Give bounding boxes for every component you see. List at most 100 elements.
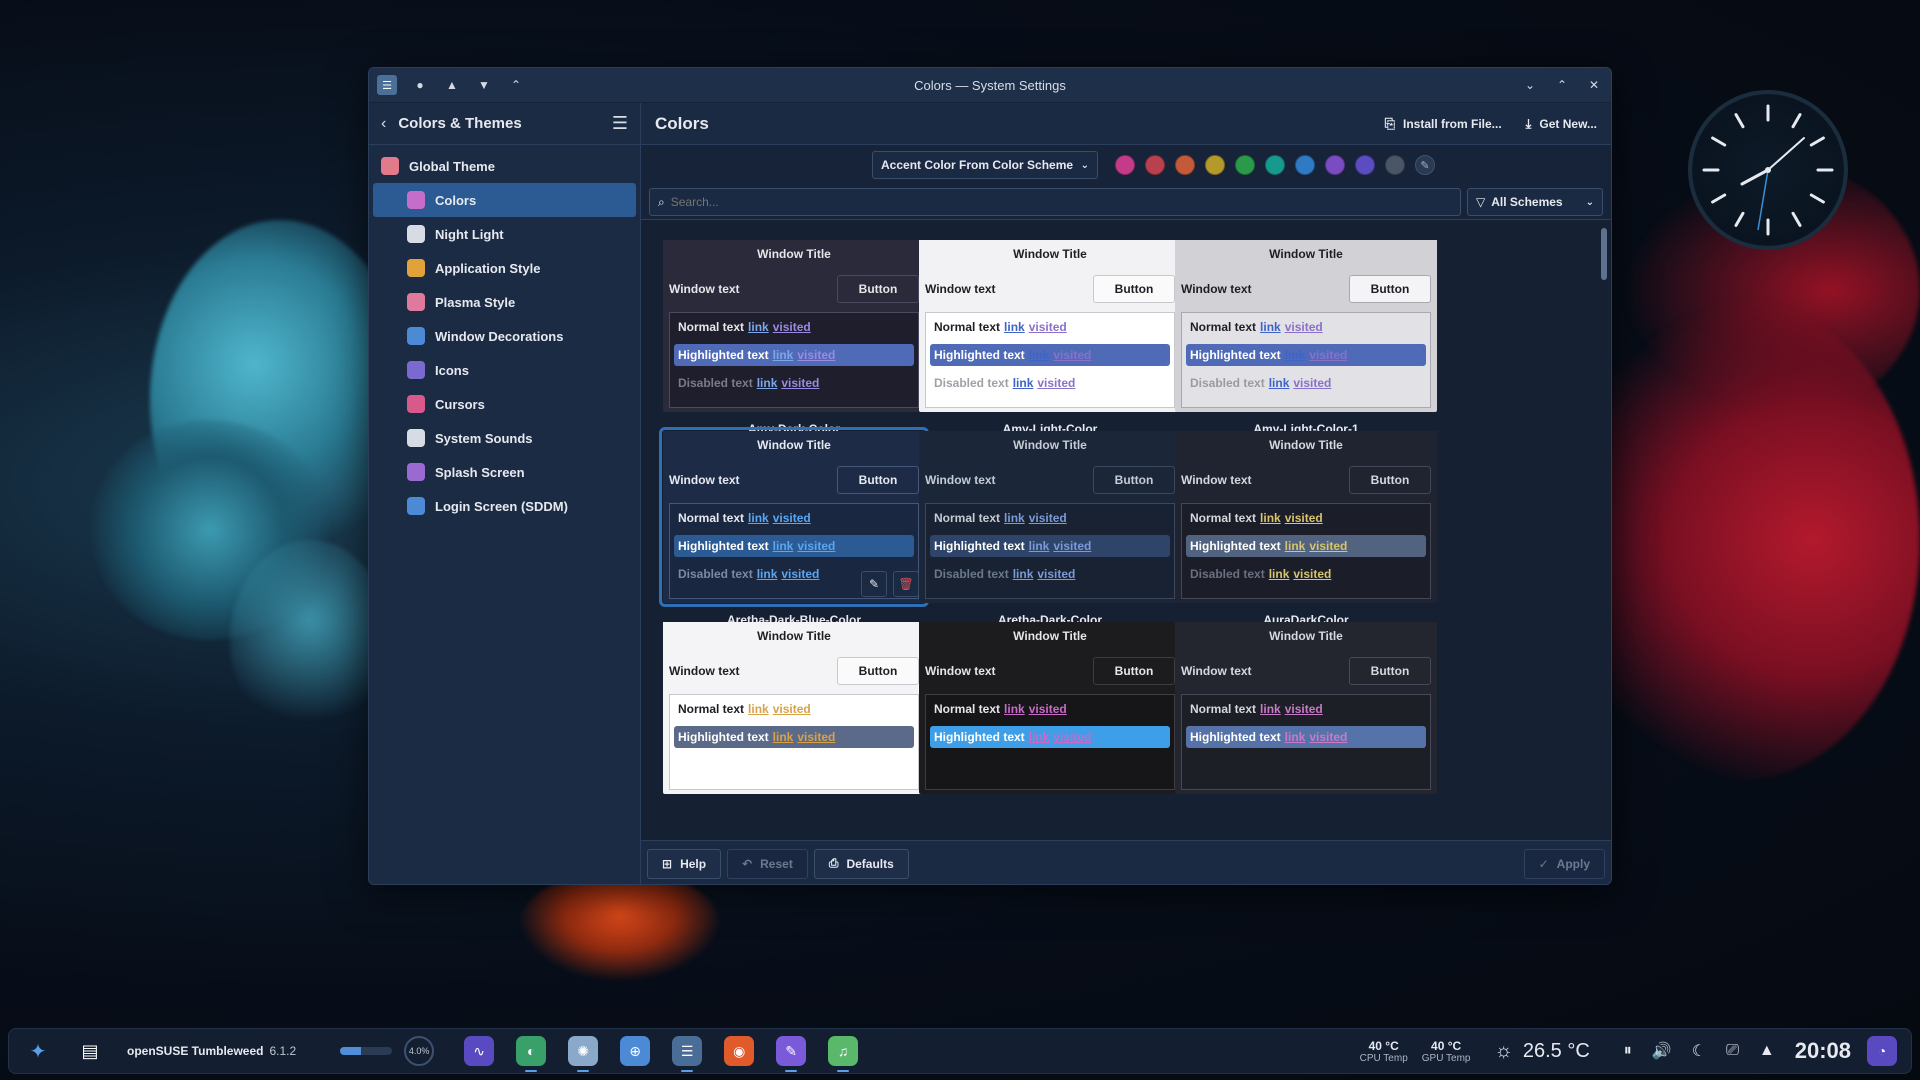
preview-link: link	[772, 348, 794, 362]
get-new-button[interactable]: ⤓ Get New...	[1526, 116, 1597, 132]
preview-view: Normal text link visited Highlighted text li…	[669, 694, 919, 790]
accent-color-swatch[interactable]	[1175, 155, 1195, 175]
accent-color-swatch[interactable]	[1355, 155, 1375, 175]
minimize-icon[interactable]: ⌄	[1521, 76, 1539, 94]
color-scheme-card[interactable]: Window Title Window text Button Normal text…	[1175, 431, 1437, 603]
network-icon[interactable]: ⎚	[1726, 1042, 1739, 1060]
night-light-tray-icon[interactable]: ☾	[1692, 1041, 1706, 1061]
volume-icon[interactable]: 🔊	[1652, 1041, 1672, 1061]
accent-color-swatch[interactable]	[1115, 155, 1135, 175]
sidebar-item-colors[interactable]: Colors	[373, 183, 636, 217]
cpu-temp-widget[interactable]: 40 °C CPU Temp	[1360, 1039, 1408, 1064]
color-picker-icon[interactable]: ✎	[1415, 155, 1435, 175]
media-pause-icon[interactable]: ⏸	[1624, 1042, 1632, 1060]
color-scheme-card[interactable]: Window Title Window text Button Normal text…	[1175, 240, 1437, 412]
sidebar-item-window-decorations[interactable]: Window Decorations	[373, 319, 636, 353]
search-field[interactable]: ⌕	[649, 188, 1461, 216]
scrollbar-handle[interactable]	[1601, 228, 1607, 280]
firefox-icon[interactable]: ◉	[724, 1036, 755, 1066]
chevron-down-icon[interactable]: ▼	[475, 76, 493, 94]
window-titlebar[interactable]: ☰ ● ▲ ▼ ⌃ Colors — System Settings ⌄ ⌃ ✕	[369, 68, 1611, 103]
hamburger-menu-icon[interactable]: ☰	[612, 113, 628, 134]
reset-button[interactable]: ↶ Reset	[727, 848, 808, 879]
user-switcher-icon[interactable]: ◔	[1867, 1036, 1897, 1066]
search-input[interactable]	[670, 195, 1452, 209]
accent-color-swatch[interactable]	[1265, 155, 1285, 175]
preview-link: link	[772, 539, 794, 553]
color-scheme-card[interactable]: Window Title Window text Button Normal text…	[663, 622, 925, 794]
preview-highlighted-text: Highlighted text	[934, 348, 1025, 362]
system-monitor-icon[interactable]: ∿	[464, 1036, 495, 1066]
show-desktop-icon[interactable]: ▤	[75, 1036, 105, 1066]
preview-link: link	[1284, 539, 1306, 553]
chevron-up-icon[interactable]: ▲	[443, 76, 461, 94]
preview-window-row: Window text Button	[1175, 268, 1437, 310]
accent-color-swatch[interactable]	[1295, 155, 1315, 175]
accent-color-dropdown[interactable]: Accent Color From Color Scheme ⌄	[872, 151, 1098, 179]
color-scheme-card[interactable]: Window Title Window text Button Normal text…	[919, 240, 1181, 412]
apply-button[interactable]: ✓ Apply	[1523, 848, 1605, 879]
color-scheme-card[interactable]: Window Title Window text Button Normal text…	[663, 240, 925, 412]
preview-window-title: Window Title	[663, 240, 925, 268]
accent-color-swatch[interactable]	[1325, 155, 1345, 175]
maximize-icon[interactable]: ⌃	[1553, 76, 1571, 94]
kernel-version: 6.1.2	[269, 1044, 297, 1058]
sidebar-item-icons[interactable]: Icons	[373, 353, 636, 387]
edit-scheme-button[interactable]: ✎	[861, 571, 887, 597]
accent-color-swatch[interactable]	[1235, 155, 1255, 175]
accent-color-swatch[interactable]	[1145, 155, 1165, 175]
preview-window-text: Window text	[925, 473, 996, 487]
music-player-icon[interactable]: ♫	[828, 1036, 859, 1072]
sidebar-item-global-theme[interactable]: Global Theme	[373, 149, 636, 183]
preview-window-row: Window text Button	[919, 459, 1181, 501]
sidebar-item-splash-screen[interactable]: Splash Screen	[373, 455, 636, 489]
accent-color-swatch[interactable]	[1385, 155, 1405, 175]
tray-expand-icon[interactable]: ▲	[1759, 1042, 1775, 1060]
gpu-temp-widget[interactable]: 40 °C GPU Temp	[1422, 1039, 1471, 1064]
analog-clock-widget[interactable]	[1688, 90, 1848, 250]
preview-view: Normal text link visited Highlighted text li…	[1181, 503, 1431, 599]
sidebar-item-night-light[interactable]: Night Light	[373, 217, 636, 251]
preview-visited: visited	[1053, 348, 1092, 362]
delete-scheme-button[interactable]: 🗑	[893, 571, 919, 597]
taskbar-clock[interactable]: 20:08	[1795, 1038, 1851, 1064]
colors-icon	[407, 191, 425, 209]
color-scheme-card[interactable]: Window Title Window text Button Normal text…	[1175, 622, 1437, 794]
sidebar-item-plasma-style[interactable]: Plasma Style	[373, 285, 636, 319]
defaults-button[interactable]: ⎙ Defaults	[813, 848, 909, 879]
chevron-down-icon: ⌄	[1585, 196, 1594, 208]
night-light-icon	[407, 225, 425, 243]
sidebar-item-application-style[interactable]: Application Style	[373, 251, 636, 285]
system-settings-taskbar-icon[interactable]: ☰	[672, 1036, 703, 1072]
accent-color-swatch[interactable]	[1205, 155, 1225, 175]
color-scheme-card[interactable]: Window Title Window text Button Normal text…	[659, 427, 929, 607]
preview-normal-text: Normal text	[1190, 702, 1257, 716]
sidebar-item-login-screen-sddm[interactable]: Login Screen (SDDM)	[373, 489, 636, 523]
keep-above-icon[interactable]: ●	[411, 76, 429, 94]
scheme-filter-dropdown[interactable]: ▽ All Schemes ⌄	[1467, 188, 1603, 216]
yast-icon[interactable]: ✺	[568, 1036, 599, 1072]
file-manager-icon[interactable]: ◐	[516, 1036, 547, 1072]
back-arrow-icon[interactable]: ‹	[381, 115, 386, 133]
preview-disabled-text: Disabled text	[934, 376, 1009, 390]
sidebar-item-cursors[interactable]: Cursors	[373, 387, 636, 421]
app-launcher-icon[interactable]: ✦	[23, 1036, 53, 1066]
shade-icon[interactable]: ⌃	[507, 76, 525, 94]
color-scheme-card[interactable]: Window Title Window text Button Normal text…	[919, 622, 1181, 794]
settings-app-icon[interactable]: ☰	[377, 75, 397, 95]
accent-color-row: Accent Color From Color Scheme ⌄ ✎	[641, 145, 1611, 185]
preview-window-text: Window text	[669, 473, 740, 487]
software-shop-icon[interactable]: ⊕	[620, 1036, 651, 1066]
close-icon[interactable]: ✕	[1585, 76, 1603, 94]
weather-widget[interactable]: ☼ 26.5 °C	[1495, 1040, 1590, 1063]
sidebar-item-label: System Sounds	[435, 430, 533, 446]
preview-window-text: Window text	[669, 664, 740, 678]
color-scheme-card[interactable]: Window Title Window text Button Normal text…	[919, 431, 1181, 603]
system-settings-window: ☰ ● ▲ ▼ ⌃ Colors — System Settings ⌄ ⌃ ✕…	[368, 67, 1612, 885]
sidebar-item-system-sounds[interactable]: System Sounds	[373, 421, 636, 455]
help-button[interactable]: ⊞ Help	[647, 848, 722, 879]
text-editor-icon[interactable]: ✎	[776, 1036, 807, 1072]
install-from-file-button[interactable]: ⎘ Install from File...	[1385, 116, 1502, 132]
preview-disabled-text: Disabled text	[1190, 567, 1265, 581]
preview-window-row: Window text Button	[663, 268, 925, 310]
